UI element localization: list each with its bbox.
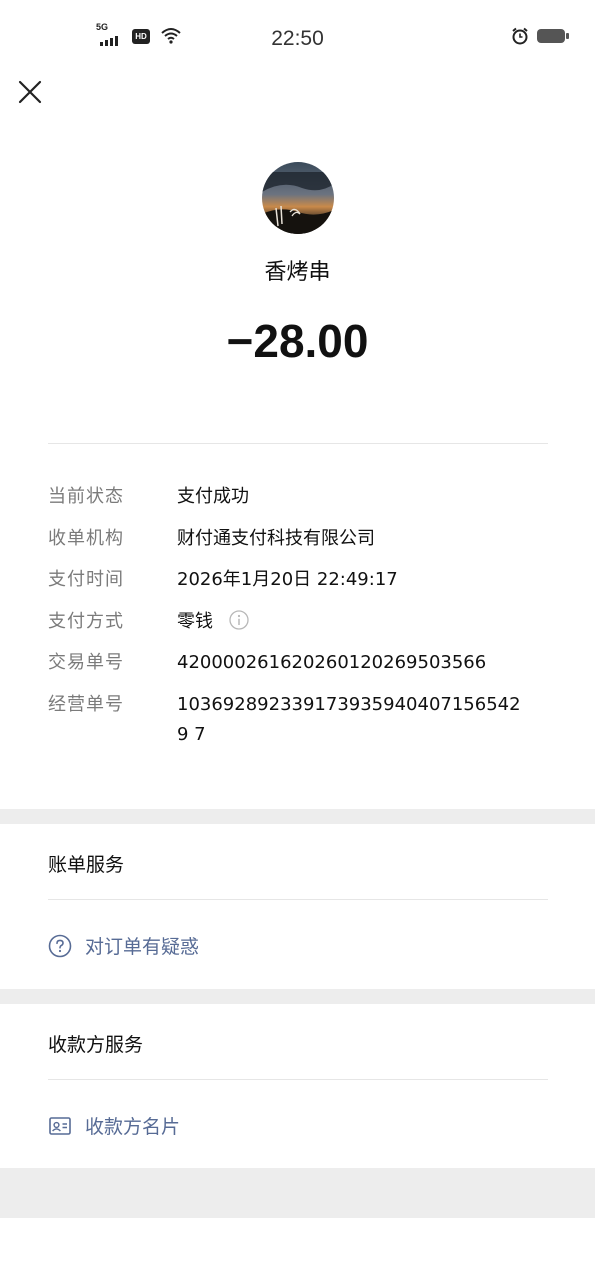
business-card-icon: [49, 1116, 71, 1135]
battery-icon: [537, 29, 569, 43]
merchant-avatar: [262, 162, 334, 234]
order-question-link[interactable]: 对订单有疑惑: [48, 932, 199, 959]
payee-card-link[interactable]: 收款方名片: [48, 1112, 180, 1139]
payee-service-title: 收款方服务: [48, 1034, 144, 1056]
detail-value: 财付通支付科技有限公司: [177, 528, 375, 549]
section-separator: [0, 809, 595, 824]
detail-label: 支付时间: [48, 569, 124, 590]
bill-service-divider: [48, 899, 548, 900]
detail-value: 1036928923391739359404071565429 7: [177, 694, 521, 745]
payee-card-label: 收款方名片: [85, 1116, 181, 1138]
detail-label: 经营单号: [48, 694, 124, 715]
close-icon[interactable]: [14, 76, 46, 108]
payee-service-divider: [48, 1079, 548, 1080]
status-icons-right: [511, 27, 569, 45]
section-separator: [0, 989, 595, 1004]
detail-label: 当前状态: [48, 486, 124, 507]
footer-band: [0, 1168, 595, 1218]
detail-value: 支付成功: [177, 486, 249, 507]
detail-label: 收单机构: [48, 528, 124, 549]
detail-label: 交易单号: [48, 652, 124, 673]
payment-amount: −28.00: [226, 315, 369, 367]
status-time: 22:50: [271, 27, 324, 50]
detail-value: 4200002616202601202695035​66: [177, 652, 487, 673]
status-bar: 5G HD 22:50: [0, 0, 595, 70]
detail-value: 2026年1月20日 22:49:17: [177, 569, 398, 590]
bill-service-title: 账单服务: [48, 854, 125, 876]
info-icon[interactable]: [229, 610, 249, 630]
merchant-name: 香烤串: [264, 260, 331, 285]
detail-label: 支付方式: [48, 611, 124, 632]
order-question-label: 对订单有疑惑: [85, 936, 200, 958]
question-circle-icon: [48, 934, 72, 957]
alarm-icon: [512, 27, 528, 45]
header-divider: [48, 443, 548, 444]
detail-value: 零钱: [177, 611, 213, 632]
